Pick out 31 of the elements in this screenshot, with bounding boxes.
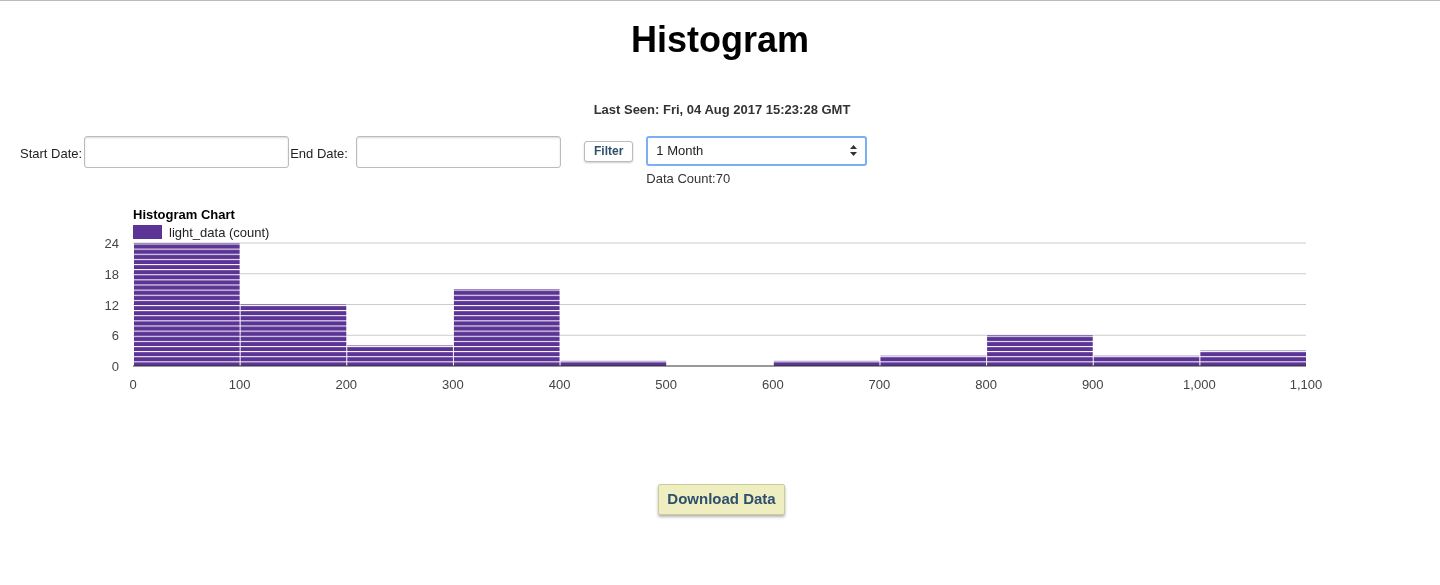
- x-tick-label: 300: [442, 377, 464, 392]
- x-tick-label: 200: [335, 377, 358, 392]
- x-tick-label: 400: [548, 377, 571, 392]
- x-tick-label: 1,000: [1183, 377, 1216, 392]
- last-seen-text: Last Seen: Fri, 04 Aug 2017 15:23:28 GMT: [593, 101, 851, 119]
- y-tick-label: 12: [104, 297, 119, 313]
- y-tick-label: 24: [104, 236, 119, 251]
- y-tick-label: 0: [111, 359, 119, 374]
- filter-button[interactable]: Filter: [583, 140, 634, 162]
- field-label: End Date:: [290, 144, 348, 163]
- field-label: Start Date:: [20, 144, 83, 163]
- download-data-button[interactable]: Download Data: [658, 484, 785, 515]
- chart-title: Histogram Chart: [133, 207, 235, 222]
- x-tick-label: 0: [129, 377, 137, 392]
- y-tick-label: 18: [104, 266, 119, 282]
- start-date-field[interactable]: [84, 135, 290, 168]
- x-tick-label: 700: [868, 377, 891, 392]
- range-select[interactable]: 1 Month: [646, 135, 868, 166]
- up-down-caret-icon: [850, 145, 858, 156]
- x-tick-label: 900: [1081, 377, 1104, 392]
- page-title: Histogram: [630, 18, 810, 62]
- x-tick-label: 500: [655, 377, 678, 392]
- end-date-field[interactable]: [355, 135, 561, 168]
- legend-swatch: [133, 225, 162, 239]
- legend-label: light_data (count): [169, 225, 270, 240]
- x-tick-label: 1,100: [1289, 377, 1323, 392]
- y-tick-label: 6: [111, 328, 119, 344]
- x-tick-label: 100: [228, 377, 251, 392]
- x-tick-label: 800: [975, 377, 997, 392]
- data-count-text: Data Count:70: [646, 169, 732, 188]
- x-tick-label: 600: [761, 377, 784, 392]
